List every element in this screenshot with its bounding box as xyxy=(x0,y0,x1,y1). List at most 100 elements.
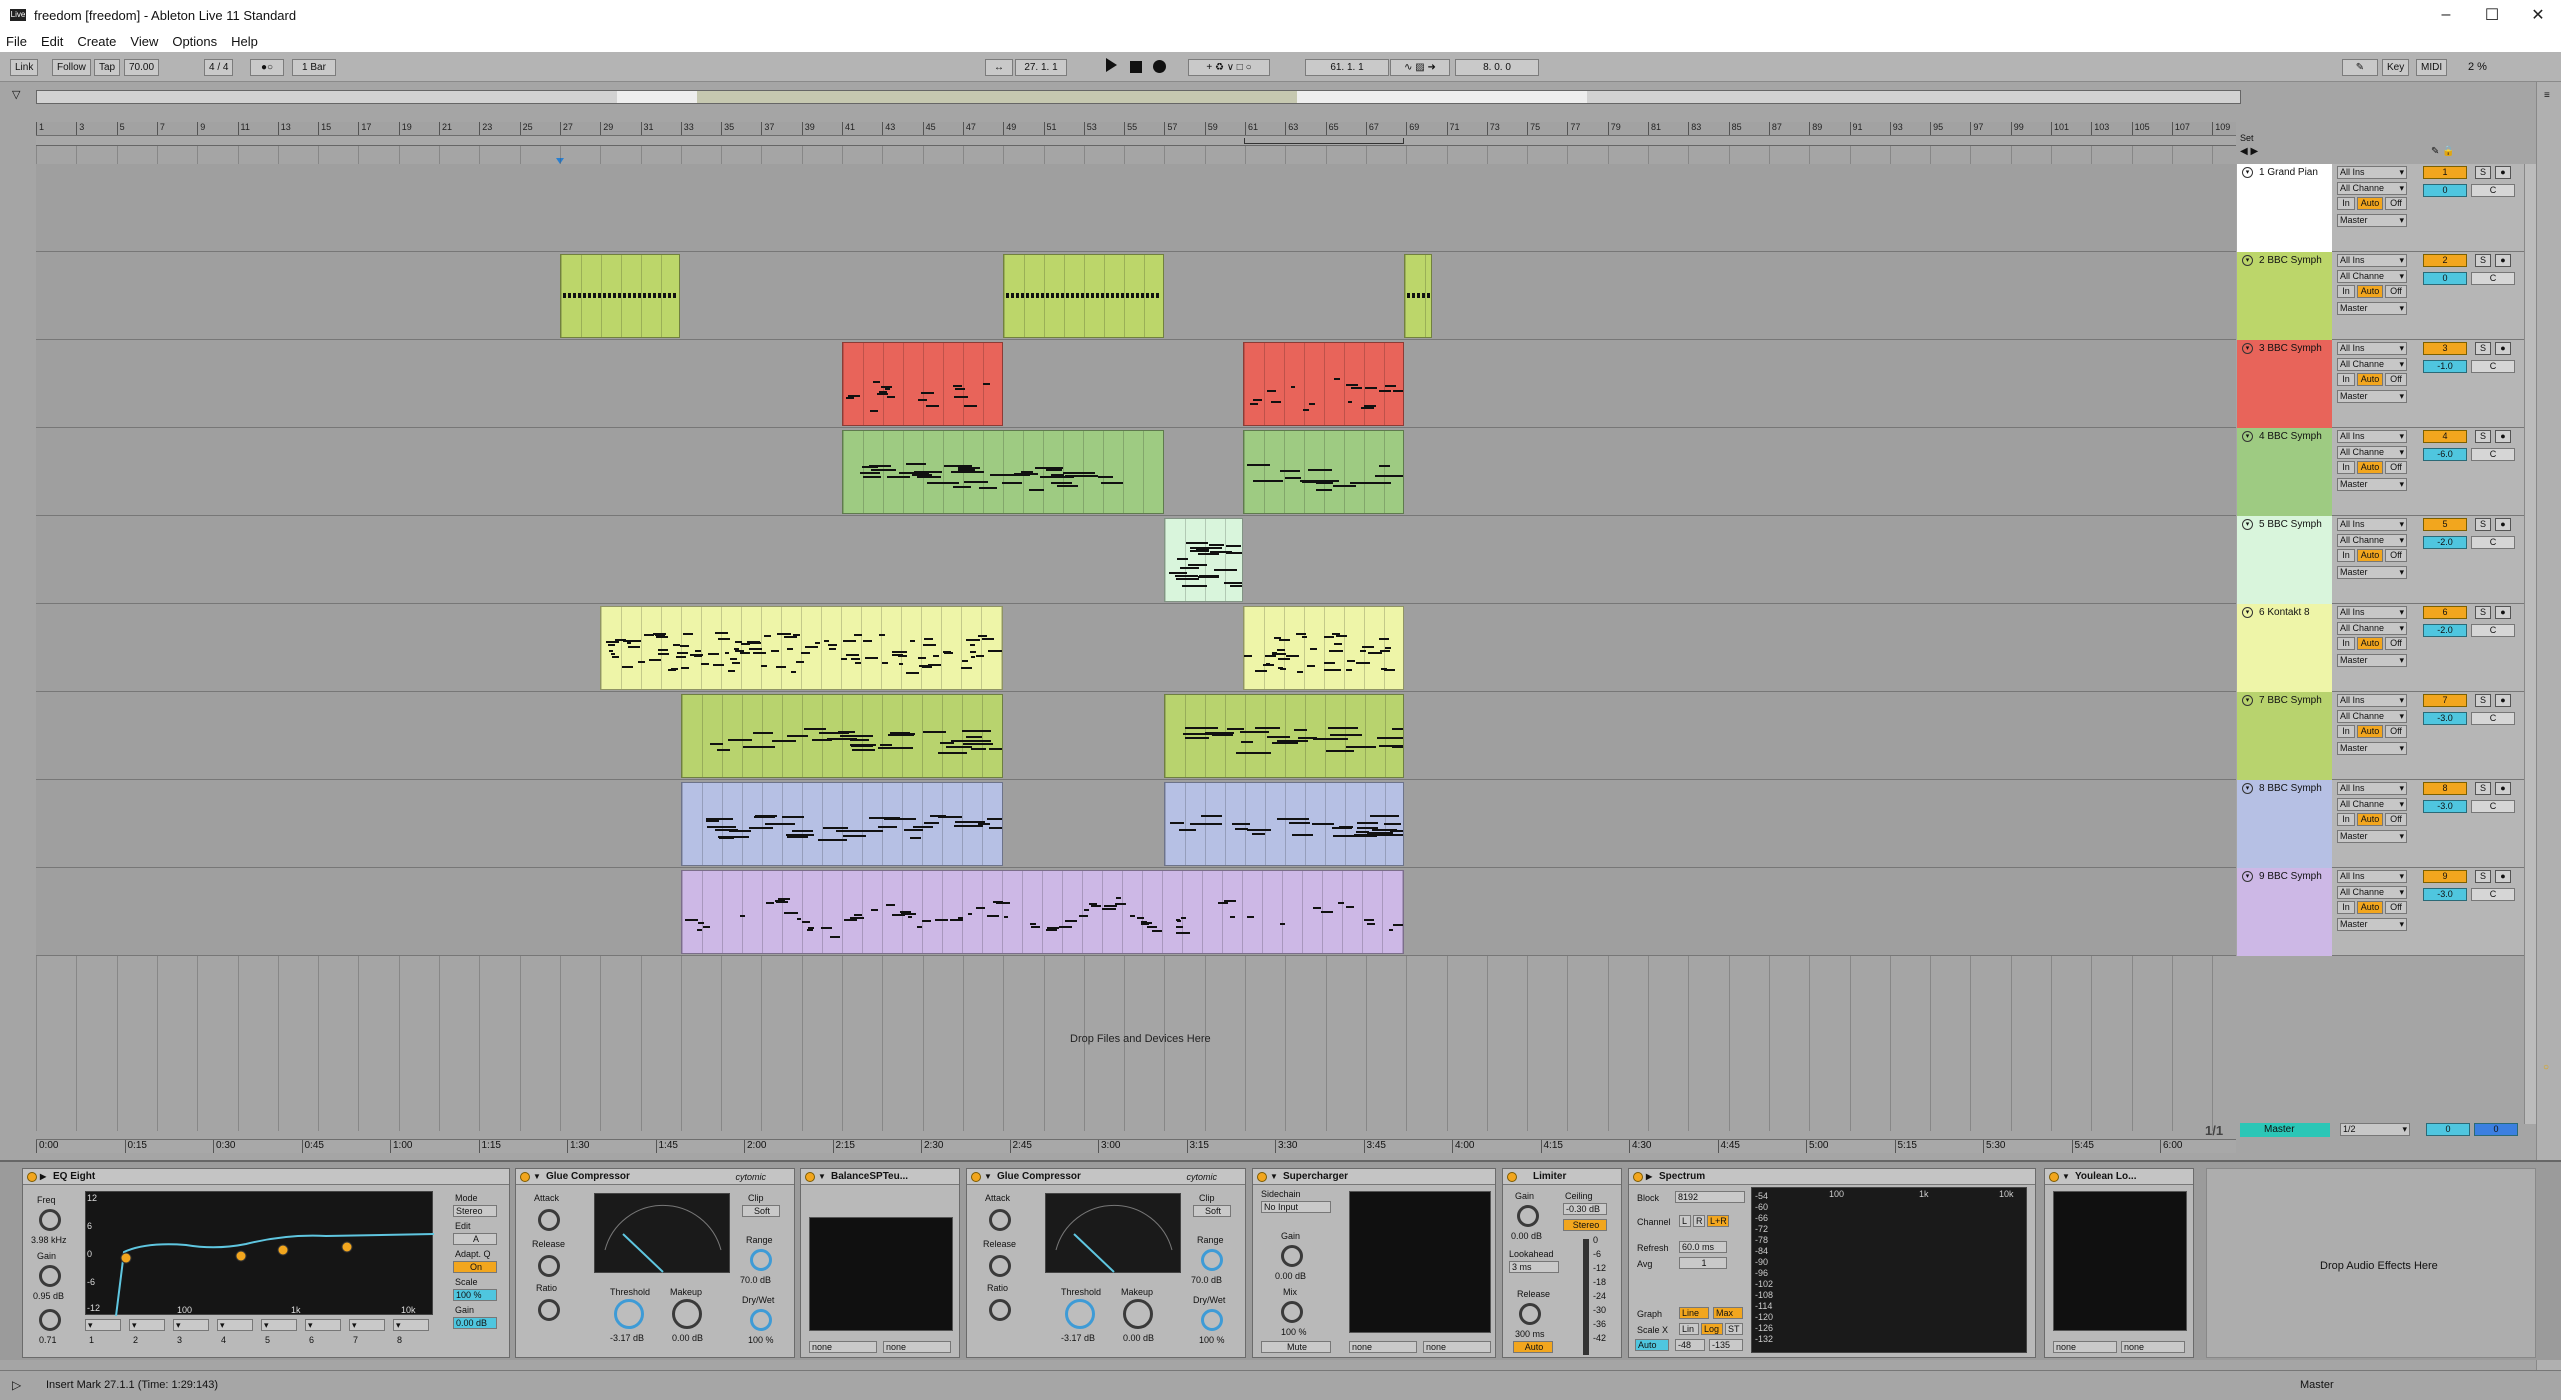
input-type-select[interactable]: All Ins xyxy=(2337,694,2407,707)
midi-clip[interactable] xyxy=(1164,518,1243,602)
track-name-area[interactable]: ▾ 9 BBC Symph xyxy=(2237,868,2332,956)
quantize-menu[interactable]: 1 Bar xyxy=(292,59,336,76)
edit-icon[interactable]: ✎ xyxy=(2431,146,2439,157)
input-channel-select[interactable]: All Channe xyxy=(2337,358,2407,371)
auto-range[interactable]: Auto xyxy=(1635,1339,1669,1351)
monitor-auto[interactable]: Auto xyxy=(2357,901,2383,914)
mode-select[interactable]: Stereo xyxy=(453,1205,497,1217)
power-icon[interactable] xyxy=(971,1172,981,1182)
midi-clip[interactable] xyxy=(560,254,680,338)
fold-icon[interactable]: ▾ xyxy=(2242,167,2253,178)
track-header[interactable]: ▾ 4 BBC Symph All Ins All Channe InAutoOff Ma… xyxy=(2237,428,2524,516)
drywet-value[interactable]: 100 % xyxy=(1199,1335,1225,1345)
overview-fold-icon[interactable]: ▽ xyxy=(12,88,20,101)
track-pan[interactable]: C xyxy=(2471,184,2515,197)
automation-tools[interactable]: + ♻ ∨ □ ○ xyxy=(1188,59,1270,76)
arrow-left-icon[interactable]: ◀ xyxy=(2240,146,2248,157)
eq-band-3[interactable]: ▾ 3 xyxy=(173,1319,211,1349)
midi-clip[interactable] xyxy=(1164,782,1404,866)
track-volume[interactable]: -6.0 xyxy=(2423,448,2467,461)
input-type-select[interactable]: All Ins xyxy=(2337,870,2407,883)
solo-button[interactable]: S xyxy=(2475,782,2491,795)
solo-button[interactable]: S xyxy=(2475,694,2491,707)
eq-band-1[interactable]: ▾ 1 xyxy=(85,1319,123,1349)
play-icon[interactable] xyxy=(1106,58,1117,75)
arm-icon[interactable]: ● xyxy=(2495,782,2511,795)
track-header[interactable]: ▾ 5 BBC Symph All Ins All Channe InAutoOff Ma… xyxy=(2237,516,2524,604)
monitor-auto[interactable]: Auto xyxy=(2357,285,2383,298)
fold-icon[interactable]: ▼ xyxy=(2062,1172,2071,1182)
eq-display[interactable] xyxy=(85,1191,435,1317)
monitor-off[interactable]: Off xyxy=(2385,725,2407,738)
filter-type-select[interactable]: ▾ xyxy=(173,1319,209,1331)
threshold-value[interactable]: -3.17 dB xyxy=(610,1333,644,1343)
threshold-knob[interactable] xyxy=(614,1299,644,1329)
menu-create[interactable]: Create xyxy=(77,34,116,49)
record-icon[interactable] xyxy=(1153,60,1166,77)
mute-button[interactable]: Mute xyxy=(1261,1341,1331,1353)
arm-icon[interactable]: ● xyxy=(2495,694,2511,707)
tap-button[interactable]: Tap xyxy=(94,59,121,76)
track-activator[interactable]: 4 xyxy=(2423,430,2467,443)
track-name-area[interactable]: ▾ 3 BBC Symph xyxy=(2237,340,2332,428)
spectrum-device[interactable]: ▶ Spectrum Block 8192 Channel L R L+R Ref… xyxy=(1628,1168,2036,1358)
monitor-off[interactable]: Off xyxy=(2385,461,2407,474)
fold-icon[interactable]: ▶ xyxy=(40,1172,49,1182)
track-name-area[interactable]: ▾ 5 BBC Symph xyxy=(2237,516,2332,604)
youlean-loudness-device[interactable]: ▼ Youlean Lo... none none xyxy=(2044,1168,2194,1358)
power-icon[interactable] xyxy=(1257,1172,1267,1182)
power-icon[interactable] xyxy=(27,1172,37,1182)
master-output[interactable]: 1/2 xyxy=(2340,1123,2410,1136)
param-select-2[interactable]: none xyxy=(1423,1341,1491,1353)
fold-icon[interactable]: ▾ xyxy=(2242,607,2253,618)
track-name-area[interactable]: ▾ 2 BBC Symph xyxy=(2237,252,2332,340)
follow-arrow-icon[interactable]: ↔ xyxy=(985,59,1013,76)
arrangement-position[interactable]: 27. 1. 1 xyxy=(1015,59,1067,76)
power-icon[interactable] xyxy=(1507,1172,1517,1182)
track-activator[interactable]: 2 xyxy=(2423,254,2467,267)
track-pan[interactable]: C xyxy=(2471,624,2515,637)
power-icon[interactable] xyxy=(2049,1172,2059,1182)
gain-knob[interactable] xyxy=(1281,1245,1303,1267)
filter-type-select[interactable]: ▾ xyxy=(129,1319,165,1331)
output-select[interactable]: Master xyxy=(2337,390,2407,403)
release-knob[interactable] xyxy=(538,1255,560,1277)
minimize-icon[interactable]: – xyxy=(2423,0,2469,30)
soft-clip-toggle[interactable]: Soft xyxy=(1193,1205,1231,1217)
arrangement-tracks[interactable] xyxy=(36,164,2236,958)
freq-knob[interactable] xyxy=(39,1209,61,1231)
attack-knob[interactable] xyxy=(989,1209,1011,1231)
fold-icon[interactable]: ▶ xyxy=(1646,1172,1655,1182)
track-lane-1[interactable] xyxy=(36,164,2236,252)
monitor-auto[interactable]: Auto xyxy=(2357,637,2383,650)
filter-type-select[interactable]: ▾ xyxy=(261,1319,297,1331)
key-map-button[interactable]: Key xyxy=(2382,59,2410,76)
makeup-value[interactable]: 0.00 dB xyxy=(1123,1333,1154,1343)
sidechain-input-select[interactable]: No Input xyxy=(1261,1201,1331,1213)
block-select[interactable]: 8192 xyxy=(1675,1191,1745,1203)
channel-r[interactable]: R xyxy=(1693,1215,1705,1227)
output-select[interactable]: Master xyxy=(2337,830,2407,843)
solo-button[interactable]: S xyxy=(2475,254,2491,267)
mix-value[interactable]: 100 % xyxy=(1281,1327,1307,1337)
drywet-value[interactable]: 100 % xyxy=(748,1335,774,1345)
release-value[interactable]: 300 ms xyxy=(1515,1329,1545,1339)
output-select[interactable]: Master xyxy=(2337,654,2407,667)
range-min[interactable]: -48 xyxy=(1675,1339,1705,1351)
midi-clip[interactable] xyxy=(842,342,1003,426)
adapt-q-toggle[interactable]: On xyxy=(453,1261,497,1273)
status-play-icon[interactable]: ▷ xyxy=(12,1378,21,1392)
refresh-field[interactable]: 60.0 ms xyxy=(1679,1241,1727,1253)
track-volume[interactable]: -2.0 xyxy=(2423,624,2467,637)
metronome-icon[interactable]: ●○ xyxy=(250,59,284,76)
menu-view[interactable]: View xyxy=(130,34,158,49)
monitor-auto[interactable]: Auto xyxy=(2357,197,2383,210)
output-select[interactable]: Master xyxy=(2337,478,2407,491)
filter-type-select[interactable]: ▾ xyxy=(393,1319,429,1331)
track-pan[interactable]: C xyxy=(2471,448,2515,461)
scale-st[interactable]: ST xyxy=(1725,1323,1743,1335)
avg-field[interactable]: 1 xyxy=(1679,1257,1727,1269)
input-type-select[interactable]: All Ins xyxy=(2337,430,2407,443)
arm-icon[interactable]: ● xyxy=(2495,254,2511,267)
param-select-2[interactable]: none xyxy=(2121,1341,2185,1353)
